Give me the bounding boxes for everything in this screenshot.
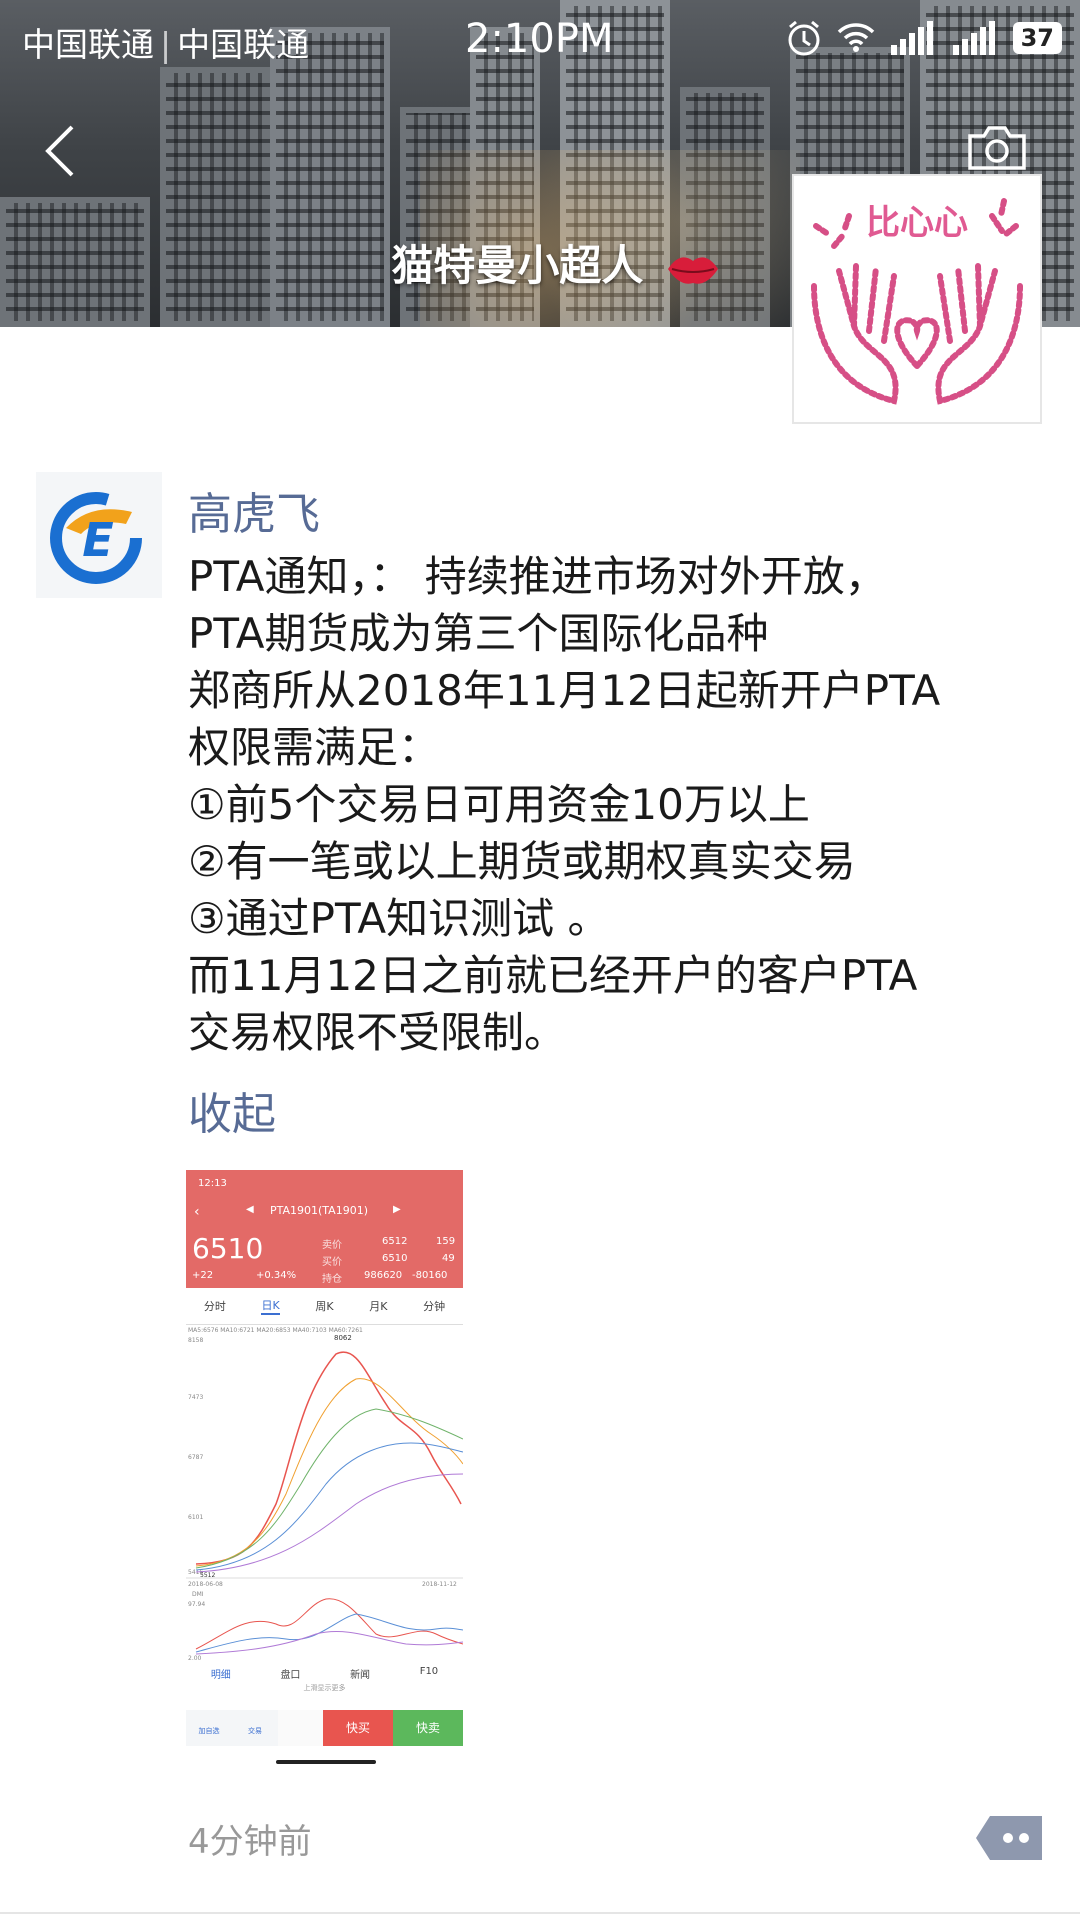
post-text: PTA通知，： 持续推进市场对外开放， PTA期货成为第三个国际化品种 郑商所从… xyxy=(188,552,941,1057)
chart-tabs: 分时 日K 周K 月K 分钟 xyxy=(186,1288,463,1325)
carrier-label: 中国联通 | 中国联通 xyxy=(22,25,310,64)
svg-text:97.94: 97.94 xyxy=(188,1601,205,1608)
quote-action-bar: 加自选 交易 快买 快卖 xyxy=(186,1710,463,1746)
divider xyxy=(0,1912,1080,1914)
home-indicator xyxy=(276,1760,376,1764)
svg-text:6787: 6787 xyxy=(188,1454,203,1461)
collapse-link[interactable]: 收起 xyxy=(188,1078,276,1142)
post-time: 4分钟前 xyxy=(188,1822,312,1862)
svg-text:比心心: 比心心 xyxy=(866,203,968,243)
quote-header: 12:13 ‹ PTA1901(TA1901) ◀ ▶ 6510 +22 +0.… xyxy=(186,1170,463,1288)
comment-button-icon[interactable] xyxy=(976,1816,1042,1860)
signal-icon xyxy=(890,21,933,55)
kline-chart: 8158 7473 6787 6101 5416 8062 5512 2018-… xyxy=(186,1334,463,1662)
signal-icon xyxy=(952,21,995,55)
profile-nickname: 猫特曼小超人 xyxy=(391,232,720,293)
post-image[interactable]: 12:13 ‹ PTA1901(TA1901) ◀ ▶ 6510 +22 +0.… xyxy=(186,1170,463,1746)
svg-text:2.00: 2.00 xyxy=(188,1655,202,1662)
kiss-emoji-icon xyxy=(668,256,718,284)
camera-icon[interactable] xyxy=(966,122,1028,172)
battery-indicator: 37 xyxy=(1012,22,1062,54)
svg-text:2018-11-12: 2018-11-12 xyxy=(422,1581,457,1588)
svg-text:E: E xyxy=(82,513,113,567)
clock: 2:10PM xyxy=(465,16,614,62)
svg-text:8062: 8062 xyxy=(334,1334,352,1342)
post-author-name[interactable]: 高虎飞 xyxy=(188,478,320,542)
svg-text:6101: 6101 xyxy=(188,1514,203,1521)
alarm-icon xyxy=(788,20,820,56)
svg-text:2018-06-08: 2018-06-08 xyxy=(188,1581,223,1588)
wifi-icon xyxy=(837,23,874,52)
back-icon[interactable] xyxy=(42,124,76,178)
heart-hands-image: 比心心 xyxy=(794,176,1040,422)
svg-text:DMI: DMI xyxy=(192,1591,204,1598)
svg-text:8158: 8158 xyxy=(188,1337,203,1344)
profile-avatar[interactable]: 比心心 xyxy=(792,174,1042,424)
company-logo-icon: E xyxy=(36,472,162,598)
status-bar: 中国联通 | 中国联通 2:10PM 37 xyxy=(0,0,1080,78)
post-author-avatar[interactable]: E xyxy=(36,472,162,598)
quote-bottom-tabs: 明细 盘口 新闻 F10 xyxy=(210,1666,439,1681)
svg-text:7473: 7473 xyxy=(188,1394,203,1401)
